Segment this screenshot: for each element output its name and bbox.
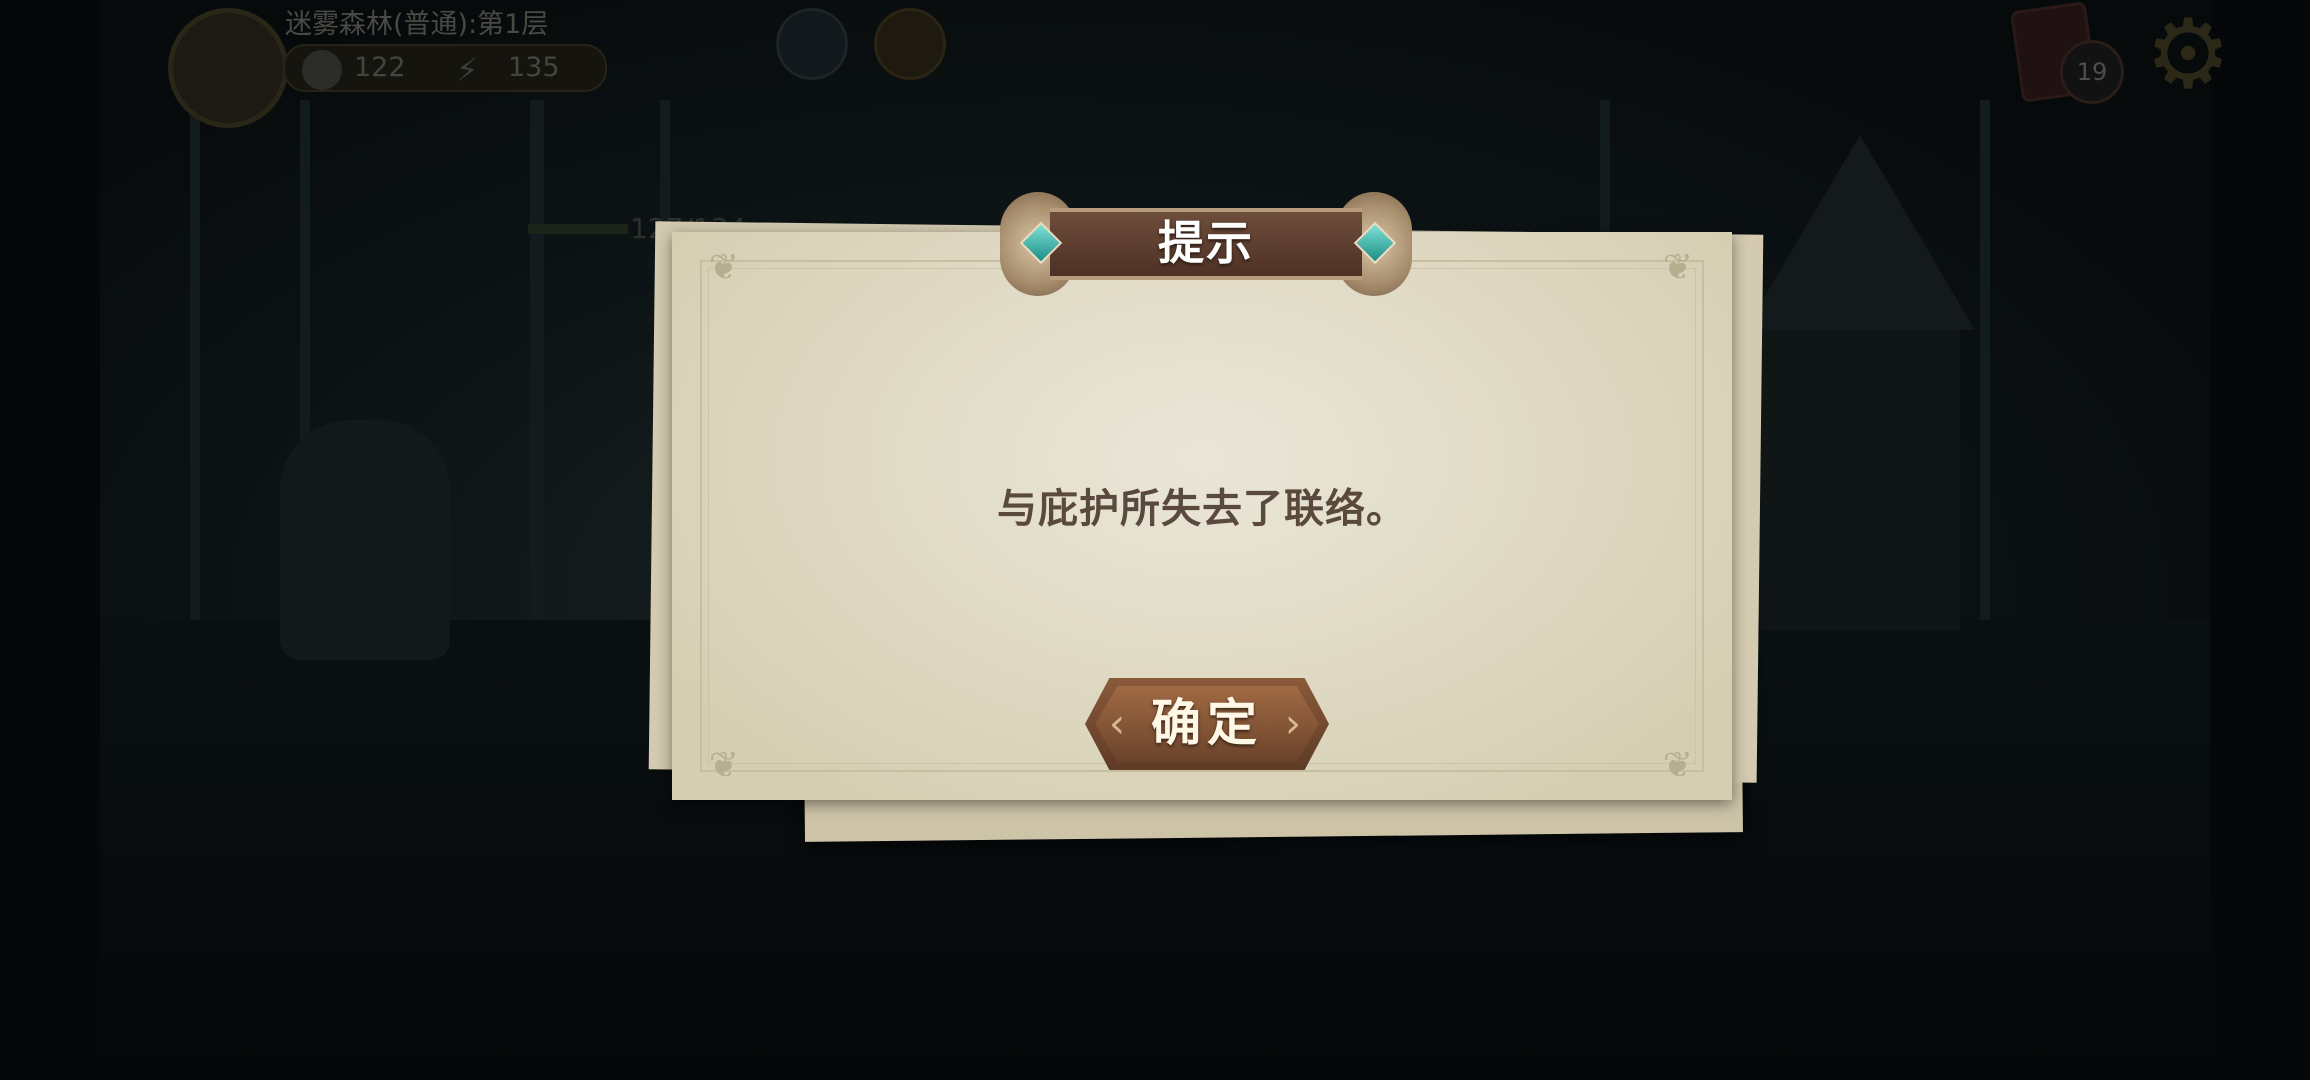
coin-icon <box>302 50 342 90</box>
hp-bar <box>528 224 628 234</box>
dialog-title: 提示 <box>1158 216 1254 270</box>
hero-character <box>280 420 450 660</box>
player-avatar[interactable] <box>168 8 288 128</box>
corner-ornament-icon: ❦ <box>708 247 740 288</box>
corner-ornament-icon: ❦ <box>708 745 740 786</box>
tree-trunk <box>530 100 544 660</box>
skill-button[interactable] <box>874 8 946 80</box>
card-count-badge: 19 <box>2060 40 2124 104</box>
gear-icon[interactable]: ⚙ <box>2140 6 2236 102</box>
map-button[interactable] <box>776 8 848 80</box>
game-screen: 迷雾森林(普通):第1层 122 ⚡ 135 127/134 19 ⚙ ❦ ❦ … <box>0 0 2310 1080</box>
corner-ornament-icon: ❦ <box>1662 745 1694 786</box>
dialog-title-banner: 提示 <box>1000 188 1412 298</box>
house-roof <box>1745 135 1975 330</box>
energy-count: 135 <box>508 52 560 83</box>
lightning-icon: ⚡ <box>456 51 479 89</box>
coin-count: 122 <box>354 52 406 83</box>
corner-ornament-icon: ❦ <box>1662 247 1694 288</box>
tree-trunk <box>1980 100 1990 660</box>
confirm-button-label: 确定 <box>1151 694 1263 752</box>
confirm-button[interactable]: ‹ › 确定 <box>1085 678 1329 770</box>
house <box>1760 330 1960 630</box>
tree-trunk <box>190 100 200 660</box>
dialog-message: 与庇护所失去了联络。 <box>997 486 1407 532</box>
level-title: 迷雾森林(普通):第1层 <box>285 9 549 40</box>
